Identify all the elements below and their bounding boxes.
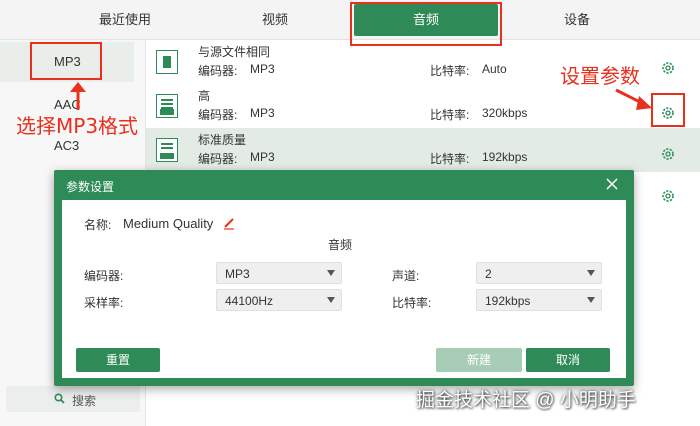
annotation-box-gear bbox=[651, 93, 685, 127]
channel-select-value: 2 bbox=[485, 267, 492, 281]
settings-gear-icon[interactable] bbox=[660, 60, 676, 76]
edit-pencil-icon[interactable] bbox=[222, 216, 236, 230]
watermark: 掘金技术社区 @ 小明助手 bbox=[416, 390, 636, 411]
samplerate-select[interactable]: 44100Hz bbox=[216, 289, 342, 311]
preset-row-standard[interactable]: 标准质量 编码器: MP3 比特率: 192kbps bbox=[146, 128, 700, 172]
settings-gear-icon[interactable] bbox=[660, 146, 676, 162]
preset-bitrate-label: 比特率: bbox=[430, 108, 470, 122]
chevron-down-icon bbox=[327, 297, 335, 303]
preset-encoder-value: MP3 bbox=[250, 62, 275, 76]
audio-section-label: 音频 bbox=[328, 238, 353, 252]
preset-name: 与源文件相同 bbox=[198, 45, 271, 59]
settings-gear-icon[interactable] bbox=[660, 188, 676, 204]
tab-device[interactable]: 设备 bbox=[512, 0, 642, 40]
bitrate-select[interactable]: 192kbps bbox=[476, 289, 602, 311]
close-icon[interactable] bbox=[604, 176, 620, 192]
preset-encoder-label: 编码器: bbox=[198, 152, 238, 166]
preset-encoder-value: MP3 bbox=[250, 106, 275, 120]
search-label: 搜索 bbox=[72, 394, 97, 408]
preset-name: 高 bbox=[198, 89, 211, 103]
tab-recent[interactable]: 最近使用 bbox=[60, 0, 190, 40]
format-search-box[interactable]: 搜索 bbox=[6, 386, 140, 412]
preset-name-value: Medium Quality bbox=[123, 216, 214, 231]
bitrate-select-value: 192kbps bbox=[485, 294, 531, 308]
preset-bitrate-value: 320kbps bbox=[482, 106, 528, 120]
encoder-label: 编码器: bbox=[84, 269, 124, 283]
preset-encoder-value: MP3 bbox=[250, 150, 275, 164]
samplerate-select-value: 44100Hz bbox=[225, 294, 274, 308]
annotation-arrow-diag bbox=[615, 88, 652, 110]
name-label: 名称: bbox=[84, 218, 112, 232]
encoder-select-value: MP3 bbox=[225, 267, 250, 281]
bitrate-label: 比特率: bbox=[392, 296, 432, 310]
preset-bitrate-value: 192kbps bbox=[482, 150, 528, 164]
cancel-button[interactable]: 取消 bbox=[526, 348, 610, 372]
preset-file-icon bbox=[156, 138, 178, 162]
samplerate-label: 采样率: bbox=[84, 296, 124, 310]
chevron-down-icon bbox=[587, 297, 595, 303]
chevron-down-icon bbox=[327, 270, 335, 276]
preset-bitrate-label: 比特率: bbox=[430, 152, 470, 166]
preset-file-icon bbox=[156, 94, 178, 118]
annotation-box-audio-tab bbox=[350, 2, 502, 46]
new-button[interactable]: 新建 bbox=[436, 348, 522, 372]
dialog-title: 参数设置 bbox=[66, 180, 115, 194]
channel-select[interactable]: 2 bbox=[476, 262, 602, 284]
preset-name: 标准质量 bbox=[198, 133, 247, 147]
annotation-arrow-up bbox=[70, 82, 86, 110]
chevron-down-icon bbox=[587, 270, 595, 276]
channel-label: 声道: bbox=[392, 269, 420, 283]
preset-bitrate-value: Auto bbox=[482, 62, 507, 76]
annotation-select-mp3: 选择MP3格式 bbox=[16, 114, 139, 138]
dialog-body: 名称: Medium Quality 音频 编码器: MP3 声道: 2 采样率… bbox=[62, 200, 626, 378]
parameter-settings-dialog: 参数设置 名称: Medium Quality 音频 编码器: MP3 声道: … bbox=[54, 170, 634, 386]
preset-bitrate-label: 比特率: bbox=[430, 64, 470, 78]
preset-encoder-label: 编码器: bbox=[198, 108, 238, 122]
reset-button[interactable]: 重置 bbox=[76, 348, 160, 372]
annotation-set-params: 设置参数 bbox=[560, 64, 640, 88]
encoder-select[interactable]: MP3 bbox=[216, 262, 342, 284]
preset-encoder-label: 编码器: bbox=[198, 64, 238, 78]
tab-video[interactable]: 视频 bbox=[210, 0, 340, 40]
annotation-box-mp3 bbox=[30, 42, 102, 80]
preset-file-icon bbox=[156, 50, 178, 74]
search-icon bbox=[54, 393, 65, 404]
